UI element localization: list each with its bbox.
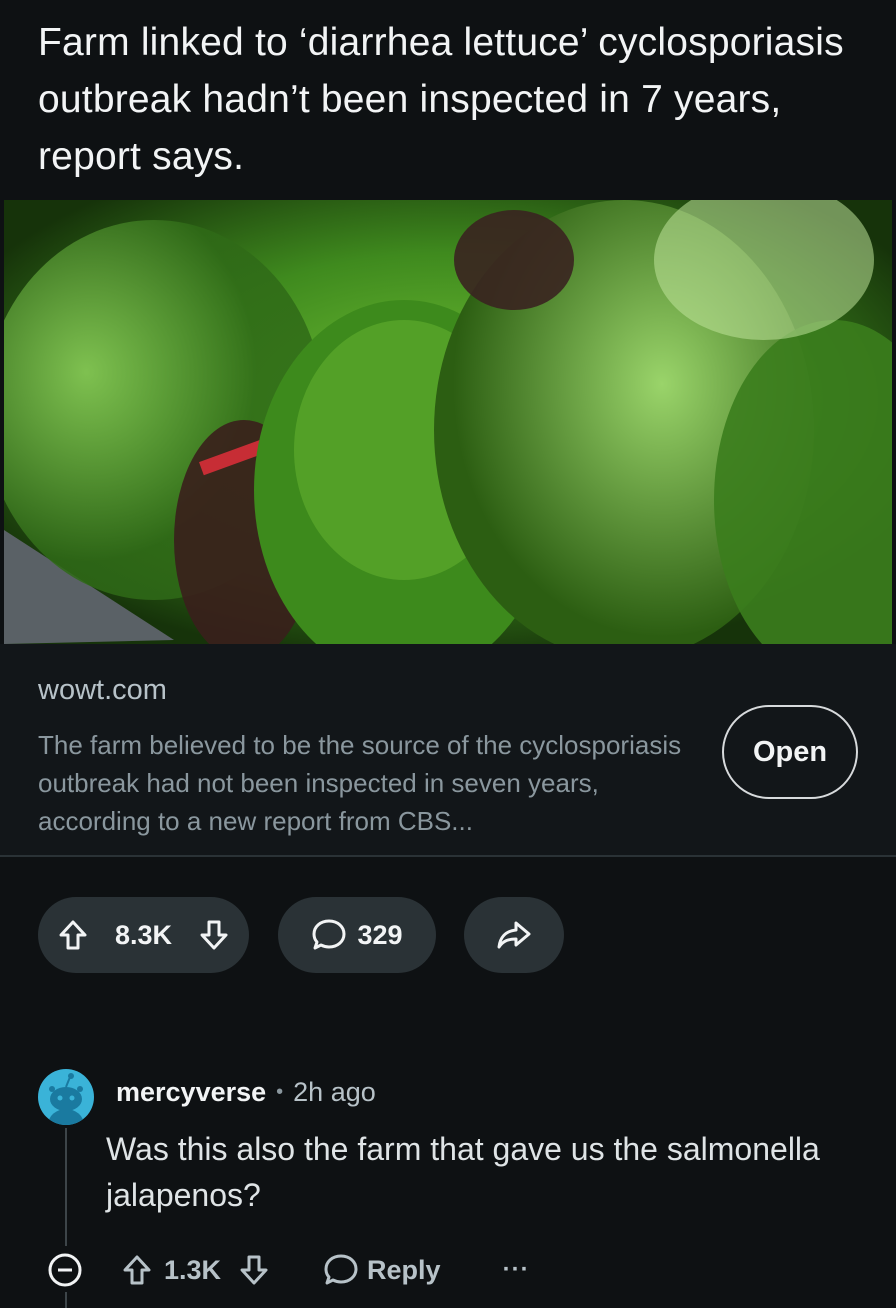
more-options-icon[interactable]: ··· xyxy=(503,1256,530,1284)
upvote-icon[interactable] xyxy=(58,919,88,951)
comment-time: 2h ago xyxy=(293,1077,376,1107)
comment-meta: mercyverse • 2h ago xyxy=(116,1077,376,1108)
vote-pill: 8.3K xyxy=(38,897,249,973)
reply-button[interactable]: Reply xyxy=(323,1252,441,1288)
comment-upvote-icon[interactable] xyxy=(122,1254,152,1286)
snoo-avatar-icon xyxy=(48,1073,84,1125)
comment-count: 329 xyxy=(357,919,403,950)
comment-vote-count: 1.3K xyxy=(164,1254,222,1285)
comment-downvote-icon[interactable] xyxy=(239,1254,269,1286)
downvote-icon[interactable] xyxy=(199,919,229,951)
comment-body: Was this also the farm that gave us the … xyxy=(106,1131,820,1213)
open-link-button[interactable]: Open xyxy=(722,705,858,799)
meta-separator: • xyxy=(276,1081,284,1103)
lettuce-photo-icon xyxy=(4,200,892,644)
comments-button[interactable]: 329 xyxy=(278,897,436,973)
thread-line[interactable] xyxy=(65,1128,67,1246)
reply-label: Reply xyxy=(367,1254,441,1285)
link-domain: wowt.com xyxy=(38,674,167,706)
post-title: Farm linked to ‘diarrhea lettuce’ cyclos… xyxy=(38,21,844,178)
share-arrow-icon xyxy=(496,919,532,951)
share-button[interactable] xyxy=(464,897,564,973)
comment-actions: 1.3K Reply ··· xyxy=(46,1245,566,1295)
link-card[interactable]: wowt.com The farm believed to be the sou… xyxy=(0,644,896,857)
comment-username[interactable]: mercyverse xyxy=(116,1077,266,1108)
comment-bubble-icon xyxy=(311,917,347,953)
reply-bubble-icon xyxy=(323,1252,359,1288)
link-thumbnail[interactable] xyxy=(4,200,892,644)
avatar[interactable] xyxy=(38,1069,94,1125)
collapse-icon[interactable] xyxy=(46,1251,84,1289)
vote-count: 8.3K xyxy=(114,919,173,950)
link-description: The farm believed to be the source of th… xyxy=(38,730,682,836)
